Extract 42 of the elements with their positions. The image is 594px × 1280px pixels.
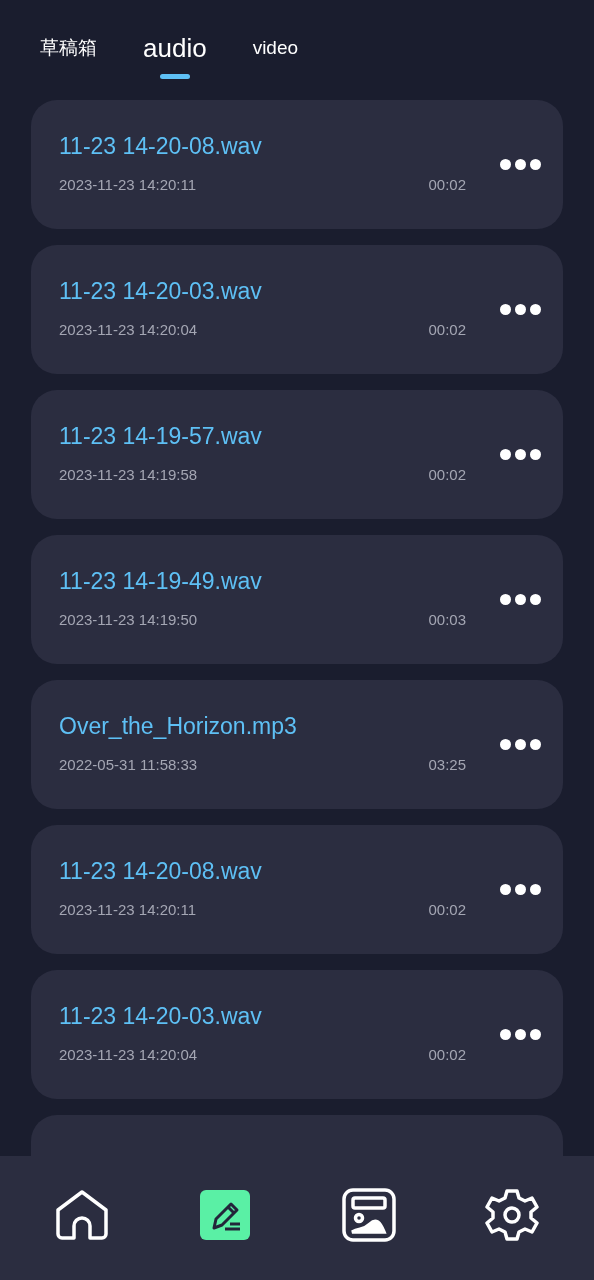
- file-name: 11-23 14-20-08.wav: [59, 857, 262, 886]
- file-duration: 03:25: [428, 755, 466, 776]
- file-name: 11-23 14-19-49.wav: [59, 567, 262, 596]
- file-date: 2023-11-23 14:20:11: [59, 175, 197, 196]
- more-icon[interactable]: [500, 884, 541, 895]
- file-name: 11-23 14-20-08.wav: [59, 132, 262, 161]
- more-icon[interactable]: [500, 739, 541, 750]
- file-date: 2023-11-23 14:19:50: [59, 610, 198, 631]
- file-date: 2023-11-23 14:19:58: [59, 465, 198, 486]
- file-card[interactable]: 11-23 14-19-49.wav 2023-11-23 14:19:50 00:03: [31, 535, 563, 664]
- file-card[interactable]: 11-23 14-20-08.wav 2023-11-23 14:20:11 00:02: [31, 825, 563, 954]
- more-icon[interactable]: [500, 594, 541, 605]
- home-icon: [55, 1190, 108, 1240]
- file-name: 11-23 14-20-03.wav: [59, 1002, 262, 1031]
- file-name: 11-23 14-20-03.wav: [59, 277, 262, 306]
- file-duration: 00:02: [428, 900, 466, 921]
- more-icon[interactable]: [500, 304, 541, 315]
- file-card[interactable]: Over_the_Horizon.mp3 2022-05-31 11:58:33 03:25: [31, 680, 563, 809]
- tab[interactable]: 草稿箱: [40, 32, 97, 79]
- file-name: 11-23 14-19-57.wav: [59, 422, 262, 451]
- file-card[interactable]: 11-23 14-19-57.wav 2023-11-23 14:19:58 00:02: [31, 390, 563, 519]
- file-duration: 00:02: [428, 320, 466, 341]
- file-duration: 00:02: [428, 1045, 466, 1066]
- settings-icon: [485, 1188, 540, 1242]
- tab[interactable]: audio: [143, 32, 207, 79]
- file-date: 2023-11-23 14:20:11: [59, 900, 197, 921]
- file-duration: 00:02: [428, 175, 466, 196]
- file-card[interactable]: 11-23 14-20-03.wav 2023-11-23 14:20:04 00:02: [31, 970, 563, 1099]
- file-date: 2022-05-31 11:58:33: [59, 755, 198, 776]
- image-frame-icon: [341, 1188, 396, 1242]
- tab[interactable]: video: [252, 32, 299, 79]
- file-card[interactable]: 11-23 14-20-03.wav 2023-11-23 14:20:04 00:02: [31, 245, 563, 374]
- file-card[interactable]: 11-23 14-20-08.wav 2023-11-23 14:20:11 00:02: [31, 100, 563, 229]
- pencil-icon: [200, 1190, 251, 1240]
- file-duration: 00:02: [428, 465, 466, 486]
- more-icon[interactable]: [500, 1029, 541, 1040]
- more-icon[interactable]: [500, 449, 541, 460]
- file-duration: 00:03: [428, 610, 466, 631]
- more-icon[interactable]: [500, 159, 541, 170]
- file-date: 2023-11-23 14:20:04: [59, 320, 198, 341]
- file-name: Over_the_Horizon.mp3: [59, 712, 297, 741]
- file-date: 2023-11-23 14:20:04: [59, 1045, 198, 1066]
